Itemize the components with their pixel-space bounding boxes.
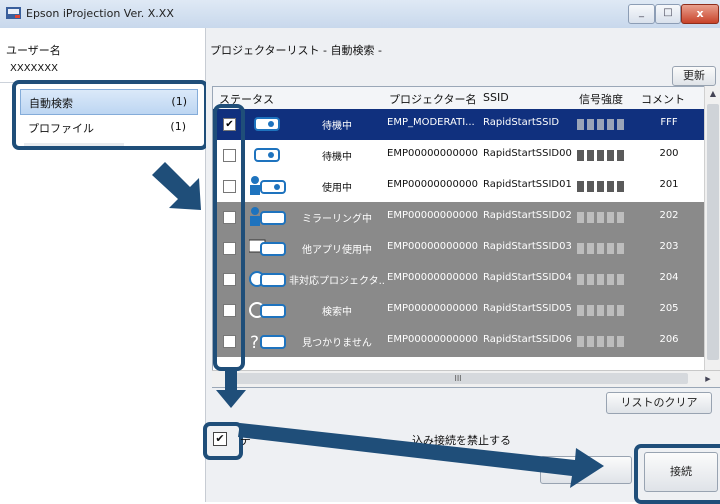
arrow-right-icon: [238, 423, 604, 488]
arrow-down-icon: [216, 370, 246, 408]
annotation-arrows: [152, 104, 604, 488]
arrow-down-right-icon: [152, 162, 201, 210]
list-highlight-frame: [213, 104, 245, 371]
